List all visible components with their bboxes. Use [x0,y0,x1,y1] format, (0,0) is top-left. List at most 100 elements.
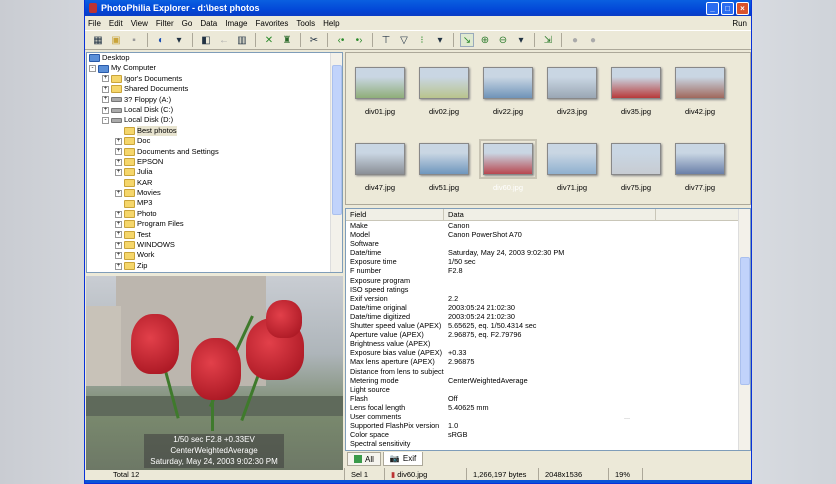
thumbnail[interactable]: div60.jpg [478,139,538,192]
tree-scrollbar[interactable] [330,53,342,272]
expand-toggle-icon[interactable]: + [115,158,122,166]
folder-tree[interactable]: Desktop - My Computer + Igor's Documents + Sha… [86,52,343,273]
tree-node[interactable]: - My Computer [87,63,342,73]
tree-node[interactable]: - Local Disk (D:) [87,115,342,125]
table-row[interactable]: Metering mode CenterWeightedAverage [346,376,750,385]
table-row[interactable]: Lens focal length 5.40625 mm [346,403,750,412]
tree-node[interactable]: + Igor's Documents [87,74,342,84]
thumbnail[interactable]: div71.jpg [542,143,602,192]
tree-node[interactable]: + Local Disk (C:) [87,105,342,115]
expand-toggle-icon[interactable]: + [115,220,122,228]
grid-scrollbar[interactable] [738,209,750,450]
dropdown-icon[interactable]: ▾ [172,33,186,47]
save-icon[interactable]: ▪ [127,33,141,47]
menu-favorites[interactable]: Favorites [255,19,288,28]
table-row[interactable]: Color space sRGB [346,430,750,439]
table-row[interactable]: Light source [346,385,750,394]
close-button[interactable]: × [736,1,749,15]
expand-toggle-icon[interactable]: + [102,106,109,114]
expand-toggle-icon[interactable]: + [115,168,122,176]
next-icon[interactable]: •› [352,33,366,47]
dropdown-icon[interactable]: ▾ [514,33,528,47]
expand-toggle-icon[interactable]: + [115,231,122,239]
table-row[interactable]: Make Canon [346,221,750,230]
tree-node[interactable]: Best photos [87,125,342,137]
tree-node[interactable]: + Program Files [87,219,342,229]
table-row[interactable]: Software [346,239,750,248]
table-row[interactable]: ISO speed ratings [346,285,750,294]
expand-toggle-icon[interactable]: + [115,189,122,197]
menu-image[interactable]: Image [225,19,247,28]
thumbnail[interactable]: div01.jpg [350,67,410,116]
expand-toggle-icon[interactable]: + [102,75,109,83]
tab-exif[interactable]: 📷 Exif [382,452,424,466]
table-row[interactable]: Brightness value (APEX) [346,339,750,348]
select-all-icon[interactable]: ✕ [262,33,276,47]
expand-toggle-icon[interactable]: + [115,137,122,145]
expand-toggle-icon[interactable]: + [115,210,122,218]
fit-icon[interactable]: ↘ [460,33,474,47]
expand-toggle-icon[interactable]: + [115,252,122,260]
undo-icon[interactable]: ← [217,33,231,47]
menu-go[interactable]: Go [182,19,193,28]
table-row[interactable]: Exposure time 1/50 sec [346,257,750,266]
thumbnail[interactable]: div75.jpg [606,143,666,192]
menu-edit[interactable]: Edit [109,19,123,28]
table-row[interactable]: Date/time original 2003:05:24 21:02:30 [346,303,750,312]
table-row[interactable]: User comments... [346,412,750,421]
image-preview[interactable]: 1/50 sec F2.8 +0.33EV CenterWeightedAver… [86,276,343,470]
export-icon[interactable]: ⇲ [541,33,555,47]
expand-toggle-icon[interactable]: - [89,65,96,73]
table-row[interactable]: Spectral sensitivity [346,439,750,448]
tree-node[interactable]: + Test [87,230,342,240]
tree-node[interactable]: + Doc [87,136,342,146]
thumbnail[interactable]: div77.jpg [670,143,730,192]
tools-icon[interactable]: ✂ [307,33,321,47]
tree-node[interactable]: Desktop [87,53,342,63]
table-row[interactable]: Distance from lens to subject [346,367,750,376]
thumbnail[interactable]: div42.jpg [670,67,730,116]
table-row[interactable]: Date/time digitized 2003:05:24 21:02:30 [346,312,750,321]
table-row[interactable]: Flash Off [346,394,750,403]
record-icon[interactable]: ● [568,33,582,47]
tree-node[interactable]: + Julia [87,167,342,177]
delete-icon[interactable]: ▥ [235,33,249,47]
menu-view[interactable]: View [131,19,148,28]
tree-node[interactable]: + Photo [87,209,342,219]
thumbnail[interactable]: div22.jpg [478,67,538,116]
filter-icon[interactable]: ▽ [397,33,411,47]
copy-icon[interactable]: ◧ [199,33,213,47]
slideshow-icon[interactable]: ♜ [280,33,294,47]
table-row[interactable]: Exposure bias value (APEX) +0.33 [346,348,750,357]
table-row[interactable]: Shutter speed value (APEX) 5.65625, eq. 1… [346,321,750,330]
thumbnail[interactable]: div51.jpg [414,143,474,192]
menu-file[interactable]: File [88,19,101,28]
table-row[interactable]: Date/time Saturday, May 24, 2003 9:02:30 … [346,248,750,257]
expand-toggle-icon[interactable]: + [102,96,109,104]
expand-toggle-icon[interactable]: + [115,148,122,156]
previous-icon[interactable]: ‹• [334,33,348,47]
open-folder-icon[interactable]: ▣ [109,33,123,47]
tree-node[interactable]: + WINDOWS [87,240,342,250]
table-row[interactable]: Exposure program [346,276,750,285]
minimize-button[interactable]: _ [706,1,719,15]
zoom-in-icon[interactable]: ⊕ [478,33,492,47]
filter-clear-icon[interactable]: ⊤ [379,33,393,47]
table-row[interactable]: Supported FlashPix version 1.0 [346,421,750,430]
back-icon[interactable]: ◐ [154,33,168,47]
tree-node[interactable]: + EPSON [87,157,342,167]
menu-help[interactable]: Help [323,19,339,28]
expand-toggle-icon[interactable]: + [115,262,122,270]
tree-node[interactable]: + Documents and Settings [87,147,342,157]
thumbnail[interactable]: div23.jpg [542,67,602,116]
expand-toggle-icon[interactable]: + [102,85,109,93]
thumbnails-view-icon[interactable]: ▦ [91,33,105,47]
table-row[interactable]: Aperture value (APEX) 2.96875, eq. F2.797… [346,330,750,339]
tree-node[interactable]: + Work [87,250,342,260]
expand-toggle-icon[interactable]: + [115,241,122,249]
column-header-field[interactable]: Field [346,209,444,220]
record-icon-2[interactable]: ● [586,33,600,47]
table-row[interactable]: Exif version 2.2 [346,294,750,303]
tree-node[interactable]: KAR [87,178,342,188]
sort-icon[interactable]: ⁝ [415,33,429,47]
